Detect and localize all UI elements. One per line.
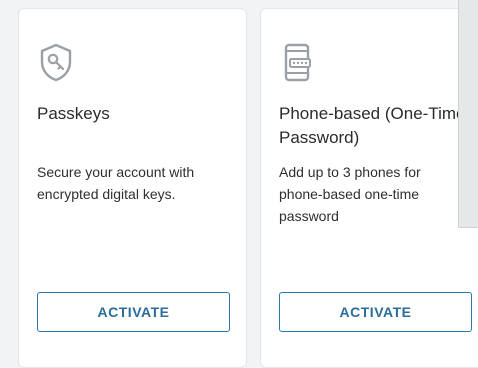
activate-phone-otp-button[interactable]: ACTIVATE [279,292,472,332]
phone-otp-card: Phone-based (One-Time Password) Add up t… [260,8,478,368]
passkeys-card: Passkeys Secure your account with encryp… [18,8,247,368]
activate-passkeys-button[interactable]: ACTIVATE [37,292,230,332]
overlay-panel [458,0,478,228]
card-title: Phone-based (One-Time Password) [279,104,466,147]
card-description: Secure your account with encrypted digit… [37,164,195,202]
card-title: Passkeys [37,104,110,123]
card-description: Add up to 3 phones for phone-based one-t… [279,164,421,224]
shield-key-icon [38,42,74,82]
phone-password-icon [280,42,316,82]
